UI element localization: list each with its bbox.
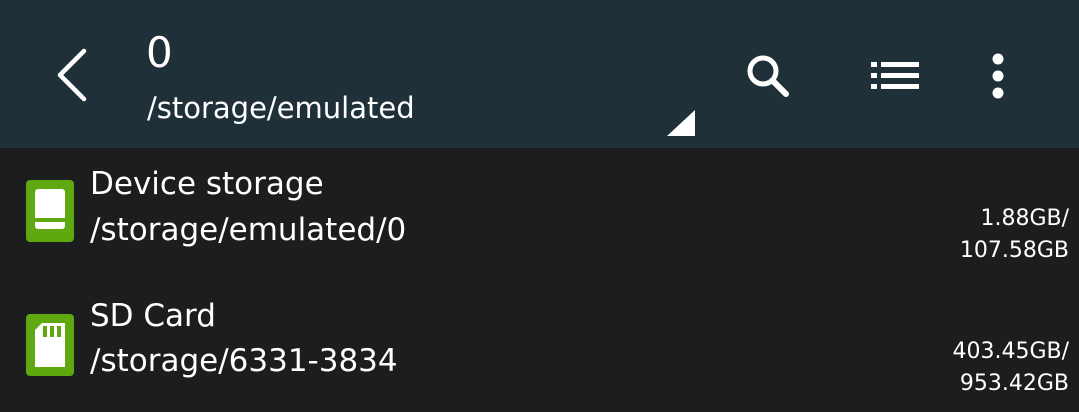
path-dropdown-indicator-icon[interactable] — [667, 110, 695, 136]
device-storage-icon — [26, 180, 74, 242]
search-icon — [747, 55, 789, 97]
storage-used: 403.45GB/ — [952, 339, 1069, 364]
view-mode-button[interactable] — [863, 44, 927, 108]
back-button[interactable] — [40, 40, 104, 110]
storage-total: 107.58GB — [959, 238, 1069, 263]
list-view-icon — [871, 62, 919, 89]
app-toolbar: 0 /storage/emulated — [0, 0, 1079, 148]
folder-title: 0 — [146, 28, 173, 77]
storage-name: Device storage — [90, 166, 324, 202]
storage-row-sdcard[interactable]: SD Card /storage/6331-3834 403.45GB/ 953… — [0, 282, 1079, 412]
storage-used: 1.88GB/ — [980, 206, 1069, 231]
storage-row-device[interactable]: Device storage /storage/emulated/0 1.88G… — [0, 150, 1079, 280]
current-path[interactable]: /storage/emulated — [147, 90, 415, 126]
sd-card-icon — [26, 314, 74, 376]
storage-path: /storage/6331-3834 — [90, 343, 398, 379]
more-options-button[interactable] — [966, 44, 1030, 108]
storage-total: 953.42GB — [959, 371, 1069, 396]
back-arrow-icon — [57, 48, 87, 102]
more-vert-icon — [992, 53, 1004, 99]
search-button[interactable] — [736, 44, 800, 108]
storage-name: SD Card — [90, 298, 216, 334]
storage-path: /storage/emulated/0 — [90, 212, 407, 248]
